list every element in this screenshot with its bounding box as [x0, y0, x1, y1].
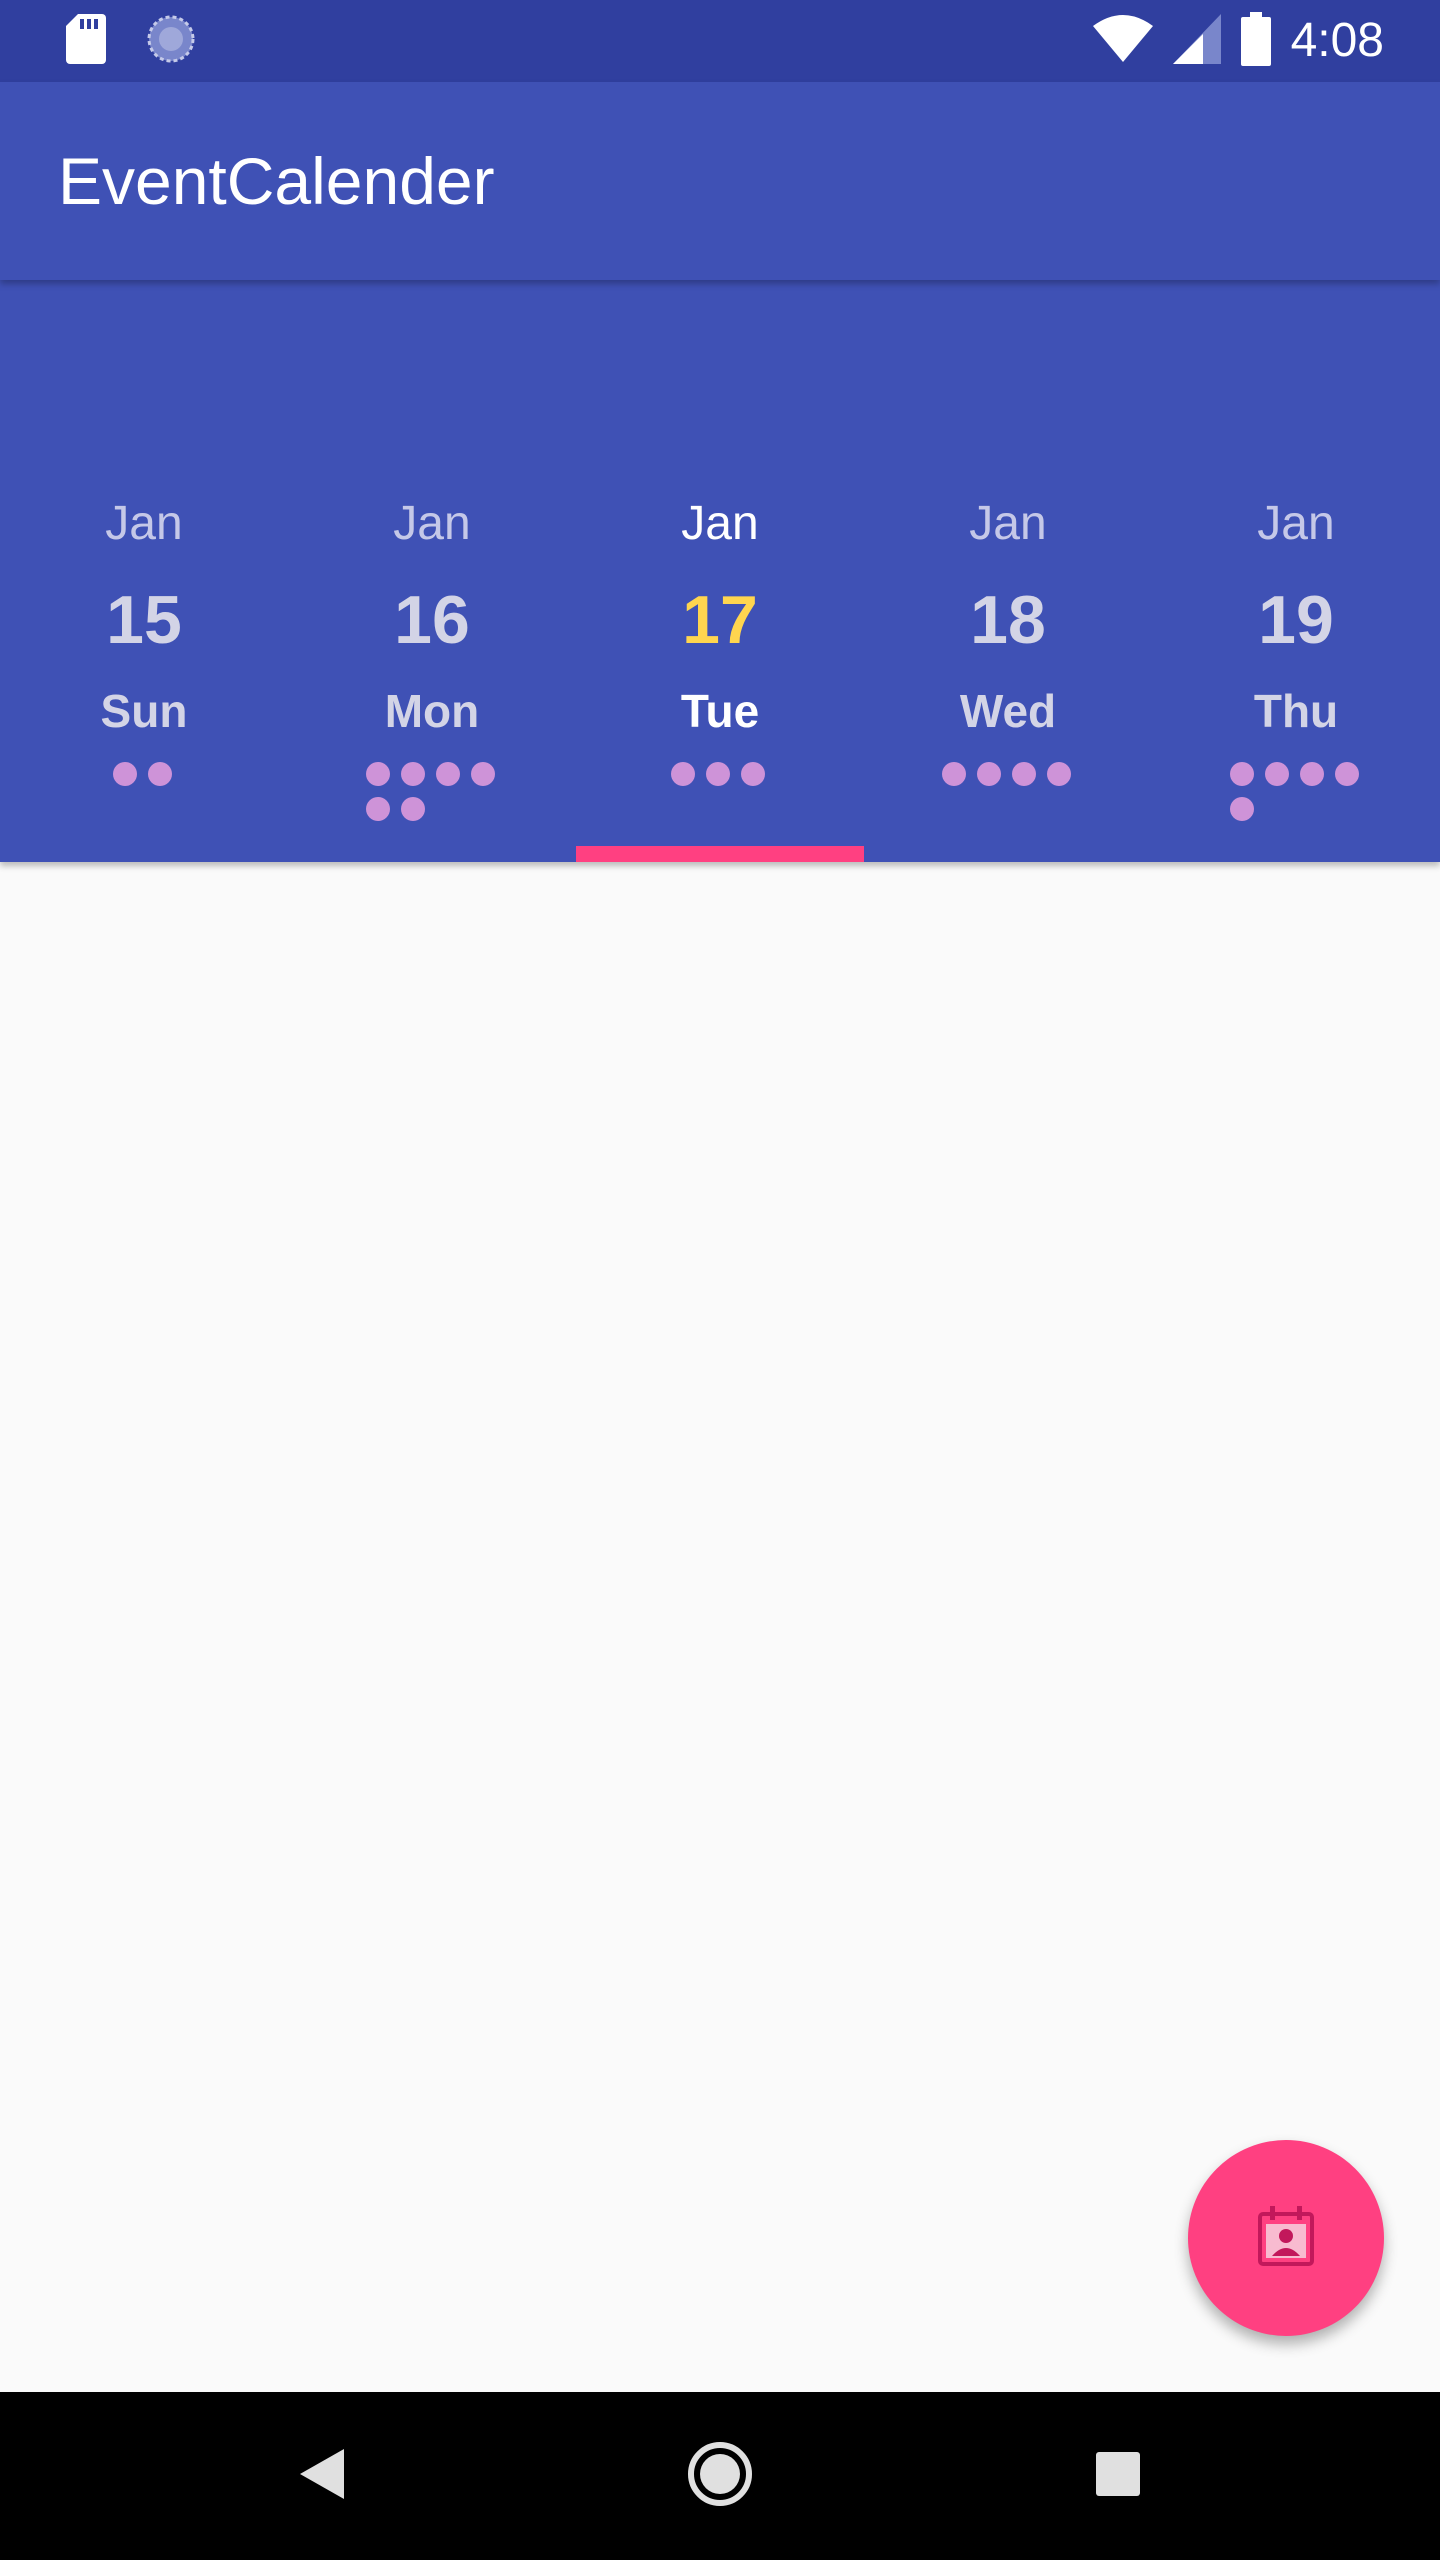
date-tab-day: 19: [1258, 582, 1334, 658]
selected-tab-indicator: [576, 846, 864, 862]
cell-signal-icon: [1172, 13, 1221, 69]
back-button[interactable]: [282, 2436, 362, 2516]
sd-card-icon: [66, 13, 106, 69]
event-dot: [1046, 762, 1071, 786]
date-tab-weekday: Mon: [384, 685, 480, 737]
event-dot: [400, 762, 425, 786]
date-tab-jan-16[interactable]: Jan 16 Mon: [288, 280, 576, 862]
event-dot: [1334, 762, 1359, 786]
date-tab-weekday: Thu: [1253, 685, 1339, 737]
battery-icon: [1240, 11, 1271, 71]
screen: 4:08 EventCalender Jan 15 Sun Jan 16 Mon…: [0, 0, 1440, 2560]
event-dot: [941, 762, 966, 786]
date-tab-jan-18[interactable]: Jan 18 Wed: [864, 280, 1152, 862]
event-dot: [365, 797, 390, 821]
add-event-fab[interactable]: [1188, 2140, 1384, 2336]
back-icon: [300, 2448, 344, 2504]
calendar-contact-icon: [1258, 2205, 1314, 2271]
event-dot: [470, 762, 495, 786]
event-dot: [741, 762, 765, 786]
date-tab-day: 18: [970, 582, 1046, 658]
event-dot: [400, 797, 425, 821]
event-dot: [1229, 797, 1254, 821]
status-bar: 4:08: [0, 0, 1440, 82]
date-tab-month: Jan: [1257, 497, 1335, 550]
event-dot: [1264, 762, 1289, 786]
date-tab-day: 16: [394, 582, 470, 658]
wifi-icon: [1092, 14, 1153, 69]
event-dot: [365, 762, 390, 786]
event-dot: [1011, 762, 1036, 786]
system-nav-bar: [0, 2392, 1440, 2560]
sync-icon: [146, 14, 196, 69]
date-tab-month: Jan: [681, 497, 759, 550]
date-tab-month: Jan: [969, 497, 1047, 550]
event-dot: [1229, 762, 1254, 786]
app-title: EventCalender: [58, 144, 495, 218]
recents-icon: [1096, 2451, 1140, 2501]
home-icon: [687, 2441, 753, 2512]
date-tab-jan-19[interactable]: Jan 19 Thu: [1152, 280, 1440, 862]
status-time: 4:08: [1290, 14, 1384, 67]
date-tab-weekday: Tue: [680, 685, 760, 737]
date-tab-jan-15[interactable]: Jan 15 Sun: [0, 280, 288, 862]
status-right-icons: 4:08: [1092, 11, 1384, 71]
date-tab-weekday: Sun: [100, 685, 188, 737]
event-dot: [112, 762, 137, 786]
status-left-icons: [66, 13, 196, 69]
app-bar: EventCalender: [0, 82, 1440, 280]
date-tab-month: Jan: [393, 497, 471, 550]
date-tab-day: 17: [682, 582, 758, 658]
event-dot: [435, 762, 460, 786]
event-dot: [976, 762, 1001, 786]
date-tab-month: Jan: [105, 497, 183, 550]
event-dot: [706, 762, 730, 786]
event-dot: [147, 762, 172, 786]
home-button[interactable]: [680, 2436, 760, 2516]
date-tab-day: 15: [106, 582, 182, 658]
recents-button[interactable]: [1078, 2436, 1158, 2516]
date-tab-weekday: Wed: [959, 685, 1057, 737]
event-dot: [1299, 762, 1324, 786]
event-dot: [671, 762, 695, 786]
